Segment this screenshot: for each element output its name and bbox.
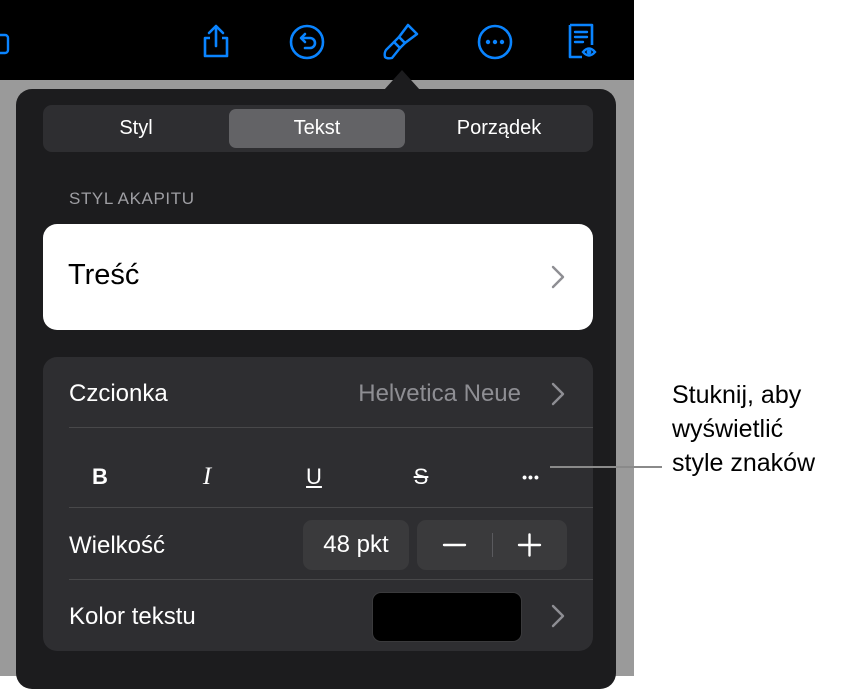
divider bbox=[69, 507, 593, 508]
reader-view-icon[interactable] bbox=[562, 21, 602, 61]
callout-line-1: Stuknij, aby bbox=[672, 381, 802, 409]
tab-tekst[interactable]: Tekst bbox=[229, 109, 405, 148]
font-size-value[interactable]: 48 pkt bbox=[303, 520, 409, 570]
format-tabs: Styl Tekst Porządek bbox=[43, 105, 593, 152]
tab-porzadek[interactable]: Porządek bbox=[409, 109, 589, 148]
minus-icon bbox=[442, 543, 467, 547]
increase-size-button[interactable] bbox=[492, 520, 567, 570]
strikethrough-label: S bbox=[413, 464, 429, 489]
font-label: Czcionka bbox=[69, 380, 168, 407]
ellipsis-icon: ••• bbox=[522, 469, 540, 485]
chevron-right-icon[interactable] bbox=[551, 604, 565, 628]
size-label: Wielkość bbox=[69, 532, 166, 559]
text-color-swatch[interactable] bbox=[372, 592, 522, 642]
font-size-stepper bbox=[417, 520, 567, 570]
strikethrough-button[interactable]: S bbox=[401, 459, 441, 495]
more-styles-button[interactable]: ••• bbox=[513, 459, 549, 495]
share-icon[interactable] bbox=[196, 21, 236, 61]
paragraph-style-name: Treść bbox=[68, 259, 140, 291]
bold-label: B bbox=[92, 464, 108, 489]
callout-leader-line bbox=[550, 466, 662, 468]
italic-label: I bbox=[202, 463, 212, 490]
media-icon[interactable] bbox=[0, 33, 10, 55]
divider bbox=[69, 427, 593, 428]
font-value: Helvetica Neue bbox=[358, 380, 521, 407]
underline-label: U bbox=[306, 464, 322, 489]
text-color-label: Kolor tekstu bbox=[69, 603, 196, 630]
format-popover: Styl Tekst Porządek STYL AKAPITU Treść C… bbox=[16, 89, 616, 689]
paragraph-style-button[interactable]: Treść bbox=[43, 224, 593, 330]
undo-icon[interactable] bbox=[287, 21, 327, 61]
italic-button[interactable]: I bbox=[187, 459, 227, 495]
toolbar bbox=[0, 0, 634, 80]
callout-line-3: style znaków bbox=[672, 449, 816, 477]
more-icon[interactable] bbox=[475, 21, 515, 61]
tab-styl[interactable]: Styl bbox=[47, 109, 225, 148]
format-brush-icon[interactable] bbox=[381, 21, 421, 61]
plus-icon bbox=[517, 533, 542, 557]
underline-button[interactable]: U bbox=[294, 459, 334, 495]
text-settings-group: Czcionka Helvetica Neue B I U S ••• Wiel… bbox=[43, 357, 593, 651]
decrease-size-button[interactable] bbox=[417, 520, 492, 570]
chevron-right-icon bbox=[551, 382, 565, 406]
chevron-right-icon bbox=[551, 265, 565, 289]
popover-arrow bbox=[384, 70, 420, 90]
font-row[interactable]: Czcionka Helvetica Neue bbox=[43, 357, 593, 427]
bold-button[interactable]: B bbox=[80, 459, 120, 495]
paragraph-style-section-label: STYL AKAPITU bbox=[69, 189, 195, 208]
divider bbox=[69, 579, 593, 580]
callout-text: Stuknij, aby wyświetlić style znaków bbox=[672, 378, 847, 480]
callout-line-2: wyświetlić bbox=[672, 415, 784, 443]
